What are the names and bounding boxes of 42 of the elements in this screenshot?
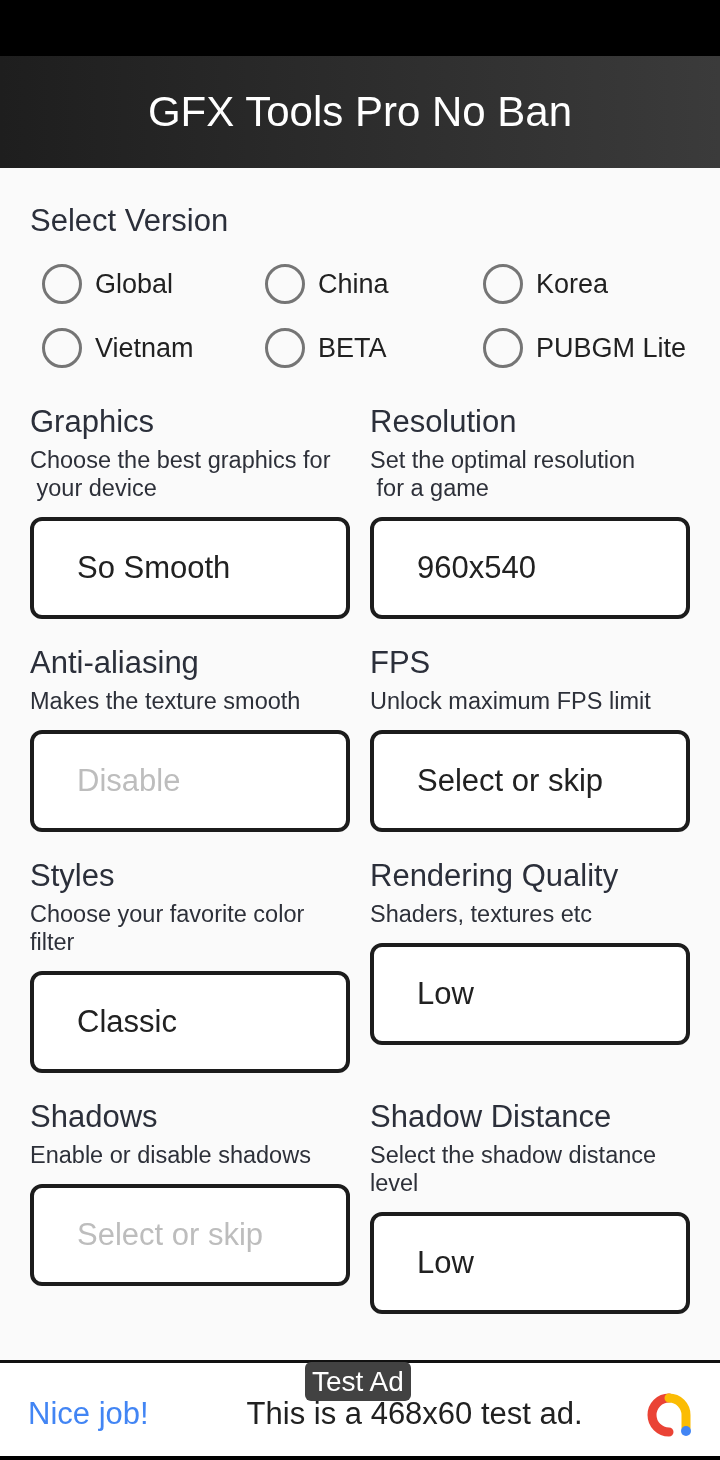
setting-title: FPS — [370, 645, 431, 681]
radio-button[interactable] — [483, 328, 523, 368]
setting-description: Makes the texture smooth — [30, 687, 301, 715]
setting-title: Graphics — [30, 404, 155, 440]
radio-button[interactable] — [265, 264, 305, 304]
ad-headline: Nice job! — [28, 1394, 149, 1433]
setting-title: Shadow Distance — [370, 1099, 612, 1135]
setting-title: Resolution — [370, 404, 517, 440]
radio-label[interactable]: PUBGM Lite — [536, 332, 687, 364]
radio-label[interactable]: Korea — [536, 268, 609, 300]
select-field[interactable]: Classic — [30, 971, 350, 1073]
setting-title: Anti-aliasing — [30, 645, 199, 681]
radio-label[interactable]: Global — [95, 268, 174, 300]
radio-label[interactable]: BETA — [318, 332, 387, 364]
test-ad-badge: Test Ad — [305, 1362, 411, 1401]
ad-banner[interactable]: Test Ad Nice job! This is a 468x60 test ad. — [0, 1360, 720, 1460]
setting-title: Shadows — [30, 1099, 158, 1135]
select-field[interactable]: Low — [370, 1212, 690, 1314]
select-field[interactable]: Select or skip — [370, 730, 690, 832]
radio-button[interactable] — [265, 328, 305, 368]
section-label: Select Version — [30, 203, 229, 239]
radio-label[interactable]: Vietnam — [95, 332, 194, 364]
select-field[interactable]: Low — [370, 943, 690, 1045]
app-title: GFX Tools Pro No Ban — [147, 87, 573, 137]
setting-title: Rendering Quality — [370, 858, 619, 894]
setting-description: Set the optimal resolution for a game — [370, 446, 636, 502]
setting-description: Enable or disable shadows — [30, 1141, 311, 1169]
setting-title: Styles — [30, 858, 115, 894]
select-field[interactable]: Select or skip — [30, 1184, 350, 1286]
ad-logo-icon — [645, 1391, 693, 1438]
radio-button[interactable] — [483, 264, 523, 304]
select-field[interactable]: Disable — [30, 730, 350, 832]
radio-button[interactable] — [42, 328, 82, 368]
setting-description: Select the shadow distance level — [370, 1141, 658, 1197]
setting-description: Choose the best graphics for your device — [30, 446, 331, 502]
select-field[interactable]: 960x540 — [370, 517, 690, 619]
setting-description: Choose your favorite color filter — [30, 900, 306, 956]
radio-button[interactable] — [42, 264, 82, 304]
setting-description: Shaders, textures etc — [370, 900, 593, 928]
setting-description: Unlock maximum FPS limit — [370, 687, 651, 715]
select-field[interactable]: So Smooth — [30, 517, 350, 619]
radio-label[interactable]: China — [318, 268, 389, 300]
